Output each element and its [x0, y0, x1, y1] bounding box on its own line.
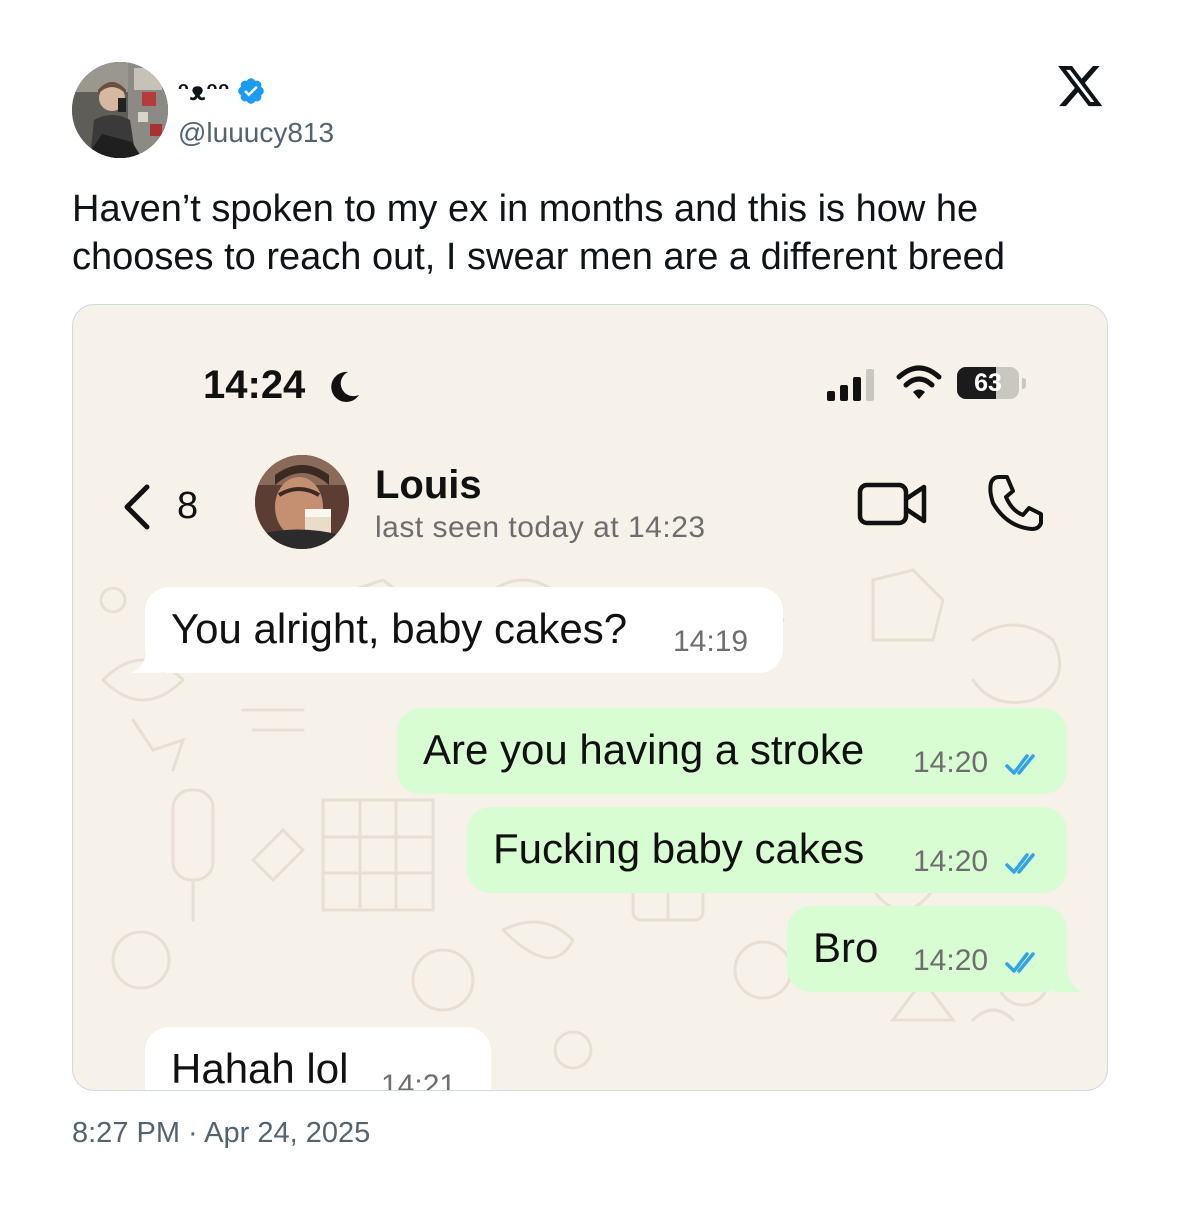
read-receipt-icon	[1005, 853, 1035, 874]
chevron-left-icon[interactable]	[117, 481, 157, 533]
bubble-tail	[131, 647, 161, 673]
bubble-tail	[1053, 966, 1083, 992]
message-text: Bro	[813, 924, 879, 971]
tweet-text: Haven’t spoken to my ex in months and th…	[72, 185, 1112, 281]
tweet-header: ᵔᴥᵔᵔ @luuucy813	[72, 62, 1112, 162]
battery-cap	[1022, 378, 1026, 389]
message-time: 14:19	[673, 625, 749, 658]
chat-header: 8 Louis last seen today at 14:23	[73, 445, 1107, 565]
message-time: 14:20	[913, 746, 989, 779]
author-avatar[interactable]	[72, 62, 168, 158]
read-receipt-icon	[1005, 754, 1035, 775]
author-name-row[interactable]: ᵔᴥᵔᵔ	[178, 76, 266, 106]
tweet-text-line-1: Haven’t spoken to my ex in months and th…	[72, 188, 979, 230]
signal-icon	[827, 369, 874, 401]
message-text: Are you having a stroke	[423, 726, 865, 773]
message-time: 14:21	[381, 1069, 457, 1091]
battery-percent: 63	[974, 369, 1002, 397]
message-outgoing[interactable]: Are you having a stroke 14:20	[397, 708, 1067, 794]
tweet-media-image[interactable]: 14:24 63 8 Louis last seen today at 14:2…	[72, 304, 1108, 1091]
message-outgoing[interactable]: Fucking baby cakes 14:20	[467, 807, 1067, 893]
tweet-text-line-2: chooses to reach out, I swear men are a …	[72, 236, 1005, 278]
message-incoming[interactable]: Hahah lol 14:21	[145, 1027, 491, 1091]
x-logo-icon[interactable]	[1058, 66, 1104, 108]
status-bar-time: 14:24	[203, 363, 306, 407]
message-outgoing[interactable]: Bro 14:20	[787, 906, 1083, 992]
verified-badge-icon	[238, 78, 264, 104]
video-call-icon[interactable]	[857, 479, 929, 529]
moon-icon	[331, 371, 360, 402]
author-name[interactable]: ᵔᴥᵔᵔ	[178, 76, 230, 107]
message-time: 14:20	[913, 944, 989, 977]
last-seen-status: last seen today at 14:23	[375, 511, 706, 544]
contact-avatar[interactable]	[255, 455, 349, 549]
message-incoming[interactable]: You alright, baby cakes? 14:19	[131, 587, 783, 673]
message-text: Fucking baby cakes	[493, 825, 865, 872]
author-handle[interactable]: @luuucy813	[178, 117, 334, 149]
wifi-icon	[896, 365, 942, 399]
contact-name[interactable]: Louis	[375, 463, 482, 508]
message-time: 14:20	[913, 845, 989, 878]
tweet-timestamp[interactable]: 8:27 PM · Apr 24, 2025	[72, 1117, 370, 1150]
read-receipt-icon	[1005, 952, 1035, 973]
phone-call-icon[interactable]	[985, 473, 1045, 533]
unread-chats-count[interactable]: 8	[177, 485, 198, 528]
battery-icon: 63	[957, 365, 1027, 401]
message-text: You alright, baby cakes?	[171, 605, 628, 652]
message-text: Hahah lol	[171, 1045, 349, 1091]
